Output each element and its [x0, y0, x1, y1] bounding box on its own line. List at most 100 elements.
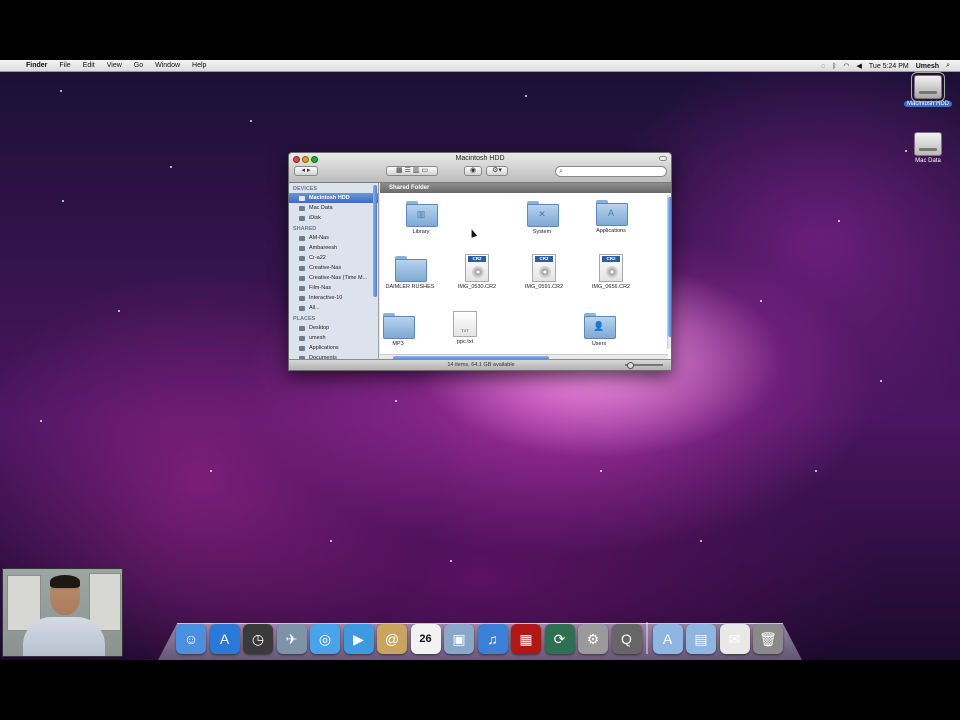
library-folder-icon: ▥: [406, 201, 438, 227]
dock-facetime-icon[interactable]: ▶: [343, 624, 374, 654]
sidebar-item-film-nas[interactable]: Film-Nas: [289, 283, 378, 293]
view-mode-buttons[interactable]: ▦ ☰ ▥ ▭: [386, 166, 438, 176]
sidebar-item-mac-data[interactable]: Mac Data: [289, 203, 378, 213]
file-item-library[interactable]: ▥ Library: [391, 201, 451, 235]
dock-time-machine-icon[interactable]: ⟳: [544, 624, 575, 654]
sidebar-item-label: Creative-Nas: [309, 265, 342, 271]
toolbar-toggle-button[interactable]: [659, 156, 667, 161]
server-icon: [299, 255, 305, 261]
dock-ical-icon[interactable]: 26: [410, 624, 441, 654]
sidebar-item-idisk[interactable]: iDisk: [289, 213, 378, 223]
back-forward-buttons[interactable]: ◂ ▸: [294, 166, 318, 176]
file-item-label: IMG_0591.CR2: [524, 284, 564, 290]
dock-trash-icon[interactable]: 🗑: [753, 624, 783, 654]
volume-icon[interactable]: ◀: [857, 62, 862, 70]
star: [250, 120, 252, 122]
sidebar-item-all[interactable]: All...: [289, 303, 378, 313]
quick-look-button[interactable]: ◉: [464, 166, 482, 176]
sidebar-item-interactive-10[interactable]: Interactive-10: [289, 293, 378, 303]
file-item-label: System: [532, 229, 552, 235]
sidebar-item-label: Ambareesh: [309, 245, 338, 251]
bluetooth-icon[interactable]: ᛒ: [832, 63, 836, 70]
spotlight-icon[interactable]: ⌕: [946, 62, 950, 70]
file-item-users[interactable]: 👤 Users: [569, 313, 629, 347]
icon-size-slider[interactable]: [625, 362, 663, 369]
scroll-thumb[interactable]: [668, 197, 671, 337]
file-item-ppc-txt[interactable]: TXT ppc.txt: [435, 311, 495, 345]
dock-applications-stack-icon[interactable]: A: [652, 624, 683, 654]
star: [60, 90, 62, 92]
dock-downloads-stack-icon[interactable]: ✉: [719, 624, 750, 654]
cr2-file-icon: CR2: [465, 254, 489, 282]
drive-icon: [299, 205, 305, 211]
screen: Finder File Edit View Go Window Help ◌ ᛒ…: [0, 0, 960, 720]
dock-quicktime-icon[interactable]: Q: [611, 624, 642, 654]
file-item-daimler-rushes[interactable]: DAIMLER RUSHES: [380, 256, 440, 290]
search-field[interactable]: ⌕: [555, 166, 667, 177]
dock-dashboard-icon[interactable]: ◷: [243, 624, 273, 654]
sidebar-header-devices: DEVICES: [293, 186, 318, 192]
hard-drive-icon: [914, 132, 942, 156]
menu-edit[interactable]: Edit: [77, 60, 101, 72]
wifi-icon[interactable]: ◠: [843, 62, 849, 70]
sidebar-item-ambareesh[interactable]: Ambareesh: [289, 243, 378, 253]
menu-go[interactable]: Go: [128, 60, 149, 72]
file-item-applications[interactable]: A Applications: [581, 200, 641, 234]
star: [395, 400, 397, 402]
server-icon: [299, 275, 305, 281]
sidebar-scrollbar[interactable]: [373, 185, 377, 297]
sidebar-header-shared: SHARED: [293, 226, 317, 232]
sidebar-item-cr-a22[interactable]: Cr-a22: [289, 253, 378, 263]
desktop-icon-macintosh-hdd[interactable]: Macintosh HDD: [898, 72, 958, 107]
desktop-icon-mac-data[interactable]: Mac Data: [898, 132, 958, 164]
menu-view[interactable]: View: [101, 60, 128, 72]
file-item-img-0591[interactable]: CR2 IMG_0591.CR2: [514, 254, 574, 290]
dock-documents-stack-icon[interactable]: ▤: [686, 624, 716, 654]
sidebar-item-label: Applications: [309, 345, 339, 351]
dock-photo-booth-icon[interactable]: ▦: [511, 624, 541, 654]
sidebar-item-creative-nas-time-machine[interactable]: Creative-Nas (Time M...: [289, 273, 378, 283]
server-icon: [299, 265, 305, 271]
status-text: 14 items, 64.1 GB available: [447, 362, 515, 368]
file-item-label: Library: [412, 229, 430, 235]
file-item-system[interactable]: ✕ System: [512, 201, 572, 235]
file-item-img-0530[interactable]: CR2 IMG_0530.CR2: [447, 254, 507, 290]
sidebar-item-desktop[interactable]: Desktop: [289, 323, 378, 333]
text-file-icon: TXT: [453, 311, 477, 337]
dock-app-store-icon[interactable]: A: [209, 624, 240, 654]
dock-safari-icon[interactable]: ◎: [310, 624, 340, 654]
server-icon: [299, 285, 305, 291]
sync-icon[interactable]: ◌: [821, 63, 825, 70]
dock-itunes-icon[interactable]: ♫: [477, 624, 508, 654]
server-icon: [299, 295, 305, 301]
vertical-scrollbar[interactable]: [667, 195, 671, 349]
dock-preview-icon[interactable]: ▣: [444, 624, 474, 654]
file-item-label: ppc.txt: [456, 339, 474, 345]
star: [525, 95, 527, 97]
dock-system-preferences-icon[interactable]: ⚙: [578, 624, 608, 654]
path-bar: Shared Folder: [380, 183, 671, 193]
dock-finder-icon[interactable]: ☺: [176, 624, 206, 654]
menu-file[interactable]: File: [53, 60, 76, 72]
title-bar[interactable]: Macintosh HDD ◂ ▸ ▦ ☰ ▥ ▭ ◉ ⚙▾ ⌕: [289, 153, 671, 183]
menu-help[interactable]: Help: [186, 60, 212, 72]
sidebar-header-places: PLACES: [293, 316, 316, 322]
file-item-img-0656[interactable]: CR2 IMG_0656.CR2: [581, 254, 641, 290]
dock-address-book-icon[interactable]: @: [377, 624, 407, 654]
sidebar-item-am-nas[interactable]: AM-Nas: [289, 233, 378, 243]
menu-user[interactable]: Umesh: [916, 63, 939, 70]
file-item-mp3[interactable]: MP3: [368, 313, 428, 347]
file-item-label: Applications: [596, 228, 626, 234]
action-menu-button[interactable]: ⚙▾: [486, 166, 508, 176]
menu-window[interactable]: Window: [149, 60, 186, 72]
applications-icon: [299, 345, 305, 351]
home-icon: [299, 335, 305, 341]
sidebar-item-applications[interactable]: Applications: [289, 343, 378, 353]
menu-clock[interactable]: Tue 5:24 PM: [869, 63, 909, 70]
dock-mail-icon[interactable]: ✈: [276, 624, 307, 654]
sidebar-item-macintosh-hdd[interactable]: Macintosh HDD: [289, 193, 378, 203]
sidebar-item-creative-nas[interactable]: Creative-Nas: [289, 263, 378, 273]
menu-app-name[interactable]: Finder: [20, 60, 53, 72]
star: [62, 200, 64, 202]
sidebar-item-umesh[interactable]: umesh: [289, 333, 378, 343]
